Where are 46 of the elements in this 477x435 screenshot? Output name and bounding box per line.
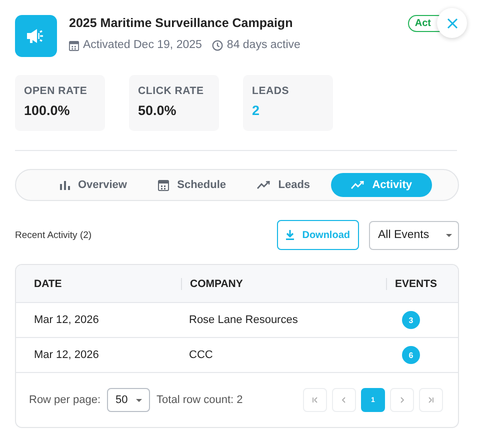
stat-label: CLICK RATE: [138, 85, 205, 97]
next-page-icon: [399, 397, 405, 403]
bar-chart-icon: [60, 180, 70, 190]
rows-per-page-label: Row per page:: [29, 394, 101, 406]
total-row-count: Total row count: 2: [156, 394, 244, 406]
tab[interactable]: Leads: [247, 173, 320, 197]
section-title: Recent Activity (2): [15, 230, 93, 240]
column-header: COMPANY: [181, 278, 386, 290]
stat-label: LEADS: [252, 85, 290, 97]
date-cell-text: Mar 12, 2026: [33, 314, 100, 326]
days-active: 84 days active: [226, 39, 300, 51]
last-page-icon: [428, 397, 434, 403]
clock-icon: [212, 40, 223, 50]
tab[interactable]: Overview: [50, 173, 137, 197]
company-cell-text: Rose Lane Resources: [188, 314, 299, 326]
stat-value: 2: [252, 103, 261, 118]
event-count-badge: 6: [402, 346, 420, 364]
stat-value: 50.0%: [138, 103, 178, 118]
trend-icon: [351, 181, 364, 189]
calendar-icon: [158, 179, 170, 191]
first-page-button[interactable]: [303, 388, 327, 412]
stat-label: OPEN RATE: [24, 85, 88, 97]
event-filter-dropdown[interactable]: All Events: [369, 220, 459, 250]
date-cell-text: Mar 12, 2026: [33, 349, 100, 361]
company-cell-text: CCC: [188, 349, 214, 361]
tab[interactable]: Schedule: [148, 173, 236, 197]
download-icon: [286, 230, 294, 240]
event-count-badge: 3: [402, 311, 420, 329]
megaphone-icon: [26, 28, 46, 44]
next-page-button[interactable]: [390, 388, 414, 412]
last-page-button[interactable]: [419, 388, 443, 412]
calendar-icon: [69, 40, 79, 50]
caret-icon: [446, 234, 452, 236]
first-page-icon: [312, 397, 318, 403]
campaign-title: 2025 Maritime Surveillance Campaign: [69, 16, 293, 30]
column-header: DATE: [33, 278, 63, 290]
previous-page-icon: [341, 397, 347, 403]
activated-date: Activated Dec 19, 2025: [83, 39, 202, 51]
close-icon: [446, 18, 458, 28]
close-button[interactable]: [437, 8, 467, 38]
trend-icon: [257, 181, 270, 189]
stat-value: 100.0%: [24, 103, 71, 118]
column-header: EVENTS: [386, 278, 458, 290]
caret-icon: [136, 398, 142, 402]
previous-page-button[interactable]: [332, 388, 356, 412]
page-size-dropdown[interactable]: 50: [106, 388, 150, 412]
